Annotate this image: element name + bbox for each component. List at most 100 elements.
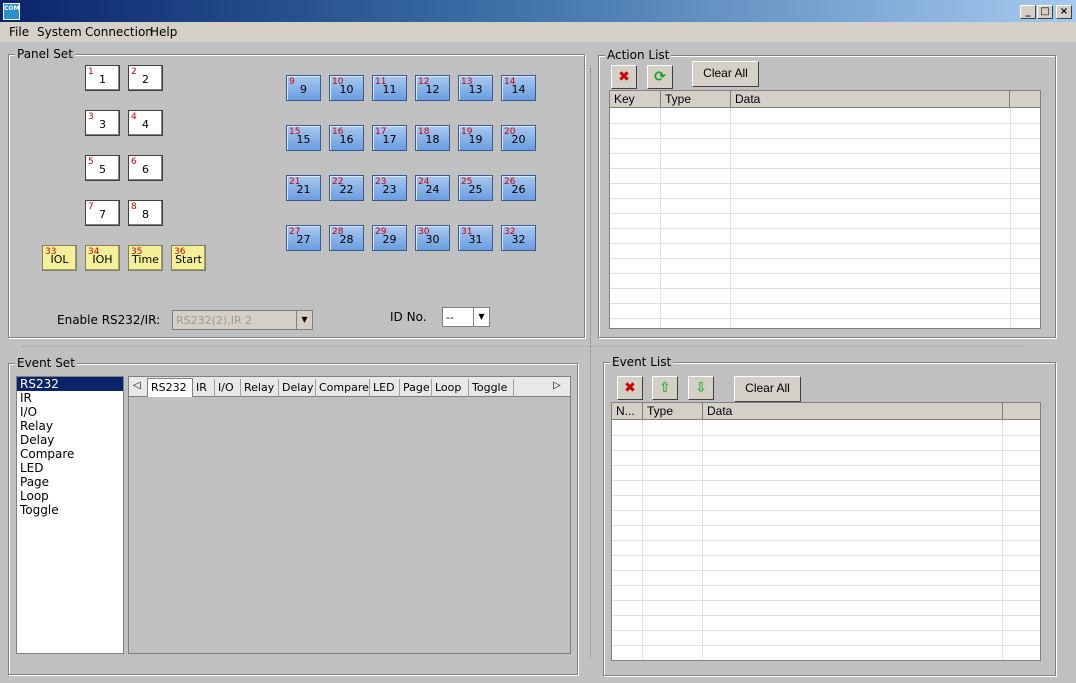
event-type-item[interactable]: Delay — [17, 433, 123, 447]
panel-button-1[interactable]: 11 — [85, 65, 120, 91]
tab-scroll-left-icon[interactable]: ◁ — [133, 380, 141, 391]
column-header-number[interactable]: N... — [612, 403, 643, 420]
enable-rs232-ir-select[interactable]: RS232(2),IR 2 ▼ — [172, 310, 313, 330]
app-icon[interactable]: COM — [3, 3, 20, 20]
chevron-down-icon[interactable]: ▼ — [473, 308, 489, 326]
event-type-listbox[interactable]: RS232 IR I/O Relay Delay Compare LED Page Loop To… — [16, 376, 124, 654]
tab-page[interactable]: Page — [400, 379, 432, 397]
panel-button-2[interactable]: 22 — [128, 65, 163, 91]
vertical-splitter[interactable] — [590, 68, 591, 658]
event-type-item[interactable]: Relay — [17, 419, 123, 433]
event-type-item[interactable]: I/O — [17, 405, 123, 419]
menu-system[interactable]: System — [37, 25, 82, 39]
panel-button-22[interactable]: 22 22 — [329, 175, 364, 201]
grid-column-line — [642, 420, 643, 660]
tab-scroll-right-icon[interactable]: ▷ — [553, 380, 561, 391]
tab-led[interactable]: LED — [370, 379, 400, 397]
panel-button-5[interactable]: 55 — [85, 155, 120, 181]
delete-event-button[interactable]: ✖ — [617, 376, 643, 400]
event-type-item[interactable]: RS232 — [17, 377, 123, 391]
close-button[interactable]: × — [1056, 5, 1072, 19]
panel-button-35[interactable]: 35 Time — [128, 245, 163, 271]
panel-button-9[interactable]: 99 — [286, 75, 321, 101]
panel-button-31[interactable]: 31 31 — [458, 225, 493, 251]
panel-button-36[interactable]: 36 Start — [171, 245, 206, 271]
tab-delay[interactable]: Delay — [279, 379, 316, 397]
column-header-type[interactable]: Type — [643, 403, 703, 420]
move-down-button[interactable]: ⇩ — [688, 376, 714, 400]
panel-button-13[interactable]: 13 13 — [458, 75, 493, 101]
menu-file[interactable]: File — [9, 25, 29, 39]
move-up-button[interactable]: ⇧ — [652, 376, 678, 400]
event-type-item[interactable]: Toggle — [17, 503, 123, 517]
grid-row-line — [610, 213, 1040, 214]
event-type-item[interactable]: Compare — [17, 447, 123, 461]
event-type-item[interactable]: LED — [17, 461, 123, 475]
tab-loop[interactable]: Loop — [432, 379, 469, 397]
clear-all-events-button[interactable]: Clear All — [734, 376, 801, 402]
grid-column-line — [730, 108, 731, 328]
event-type-item[interactable]: Page — [17, 475, 123, 489]
grid-row-line — [612, 465, 1040, 466]
panel-button-6[interactable]: 66 — [128, 155, 163, 181]
panel-button-25[interactable]: 25 25 — [458, 175, 493, 201]
clear-all-actions-button[interactable]: Clear All — [692, 61, 759, 87]
menu-connection[interactable]: Connection — [85, 25, 153, 39]
tab-compare[interactable]: Compare — [316, 379, 370, 397]
panel-button-20[interactable]: 20 20 — [501, 125, 536, 151]
column-header-type[interactable]: Type — [661, 91, 731, 108]
panel-button-label: Start — [175, 253, 202, 266]
panel-button-label: 1 — [99, 73, 106, 86]
action-list-grid[interactable]: Key Type Data — [609, 90, 1041, 329]
event-list-grid[interactable]: N... Type Data — [611, 402, 1041, 661]
panel-button-14[interactable]: 14 14 — [501, 75, 536, 101]
panel-button-12[interactable]: 12 12 — [415, 75, 450, 101]
column-header-data[interactable]: Data — [731, 91, 1010, 108]
panel-button-15[interactable]: 15 15 — [286, 125, 321, 151]
column-header-key[interactable]: Key — [610, 91, 661, 108]
panel-button-29[interactable]: 29 29 — [372, 225, 407, 251]
horizontal-splitter[interactable] — [22, 346, 1022, 347]
grid-row-line — [610, 243, 1040, 244]
panel-button-27[interactable]: 27 27 — [286, 225, 321, 251]
panel-button-index: 5 — [88, 157, 94, 167]
chevron-down-icon[interactable]: ▼ — [296, 311, 312, 329]
maximize-button[interactable]: □ — [1037, 5, 1053, 19]
title-bar[interactable]: COM _ □ × — [0, 0, 1076, 22]
tab-ir[interactable]: IR — [193, 379, 215, 397]
panel-button-21[interactable]: 21 21 — [286, 175, 321, 201]
panel-button-18[interactable]: 18 18 — [415, 125, 450, 151]
panel-button-4[interactable]: 44 — [128, 110, 163, 136]
panel-button-19[interactable]: 19 19 — [458, 125, 493, 151]
tab-toggle[interactable]: Toggle — [469, 379, 514, 397]
panel-button-17[interactable]: 17 17 — [372, 125, 407, 151]
event-type-item[interactable]: Loop — [17, 489, 123, 503]
event-type-item[interactable]: IR — [17, 391, 123, 405]
panel-button-34[interactable]: 34 IOH — [85, 245, 120, 271]
panel-button-8[interactable]: 88 — [128, 200, 163, 226]
tab-relay[interactable]: Relay — [241, 379, 279, 397]
panel-button-28[interactable]: 28 28 — [329, 225, 364, 251]
panel-button-32[interactable]: 32 32 — [501, 225, 536, 251]
panel-button-33[interactable]: 33 IOL — [42, 245, 77, 271]
action-list-header: Key Type Data — [610, 91, 1040, 108]
panel-button-7[interactable]: 77 — [85, 200, 120, 226]
id-no-select[interactable]: -- ▼ — [442, 307, 490, 327]
panel-button-23[interactable]: 23 23 — [372, 175, 407, 201]
tab-rs232[interactable]: RS232 — [147, 378, 193, 397]
panel-button-3[interactable]: 33 — [85, 110, 120, 136]
minimize-button[interactable]: _ — [1020, 5, 1036, 19]
tab-io[interactable]: I/O — [215, 379, 241, 397]
panel-button-30[interactable]: 30 30 — [415, 225, 450, 251]
panel-button-16[interactable]: 16 16 — [329, 125, 364, 151]
delete-action-button[interactable]: ✖ — [611, 65, 637, 89]
panel-button-11[interactable]: 11 11 — [372, 75, 407, 101]
column-header-data[interactable]: Data — [703, 403, 1003, 420]
panel-button-label: 26 — [511, 183, 526, 196]
menu-help[interactable]: Help — [150, 25, 177, 39]
panel-button-label: 27 — [296, 233, 311, 246]
panel-button-26[interactable]: 26 26 — [501, 175, 536, 201]
panel-button-10[interactable]: 10 10 — [329, 75, 364, 101]
refresh-action-button[interactable]: ⟳ — [647, 65, 673, 89]
panel-button-24[interactable]: 24 24 — [415, 175, 450, 201]
